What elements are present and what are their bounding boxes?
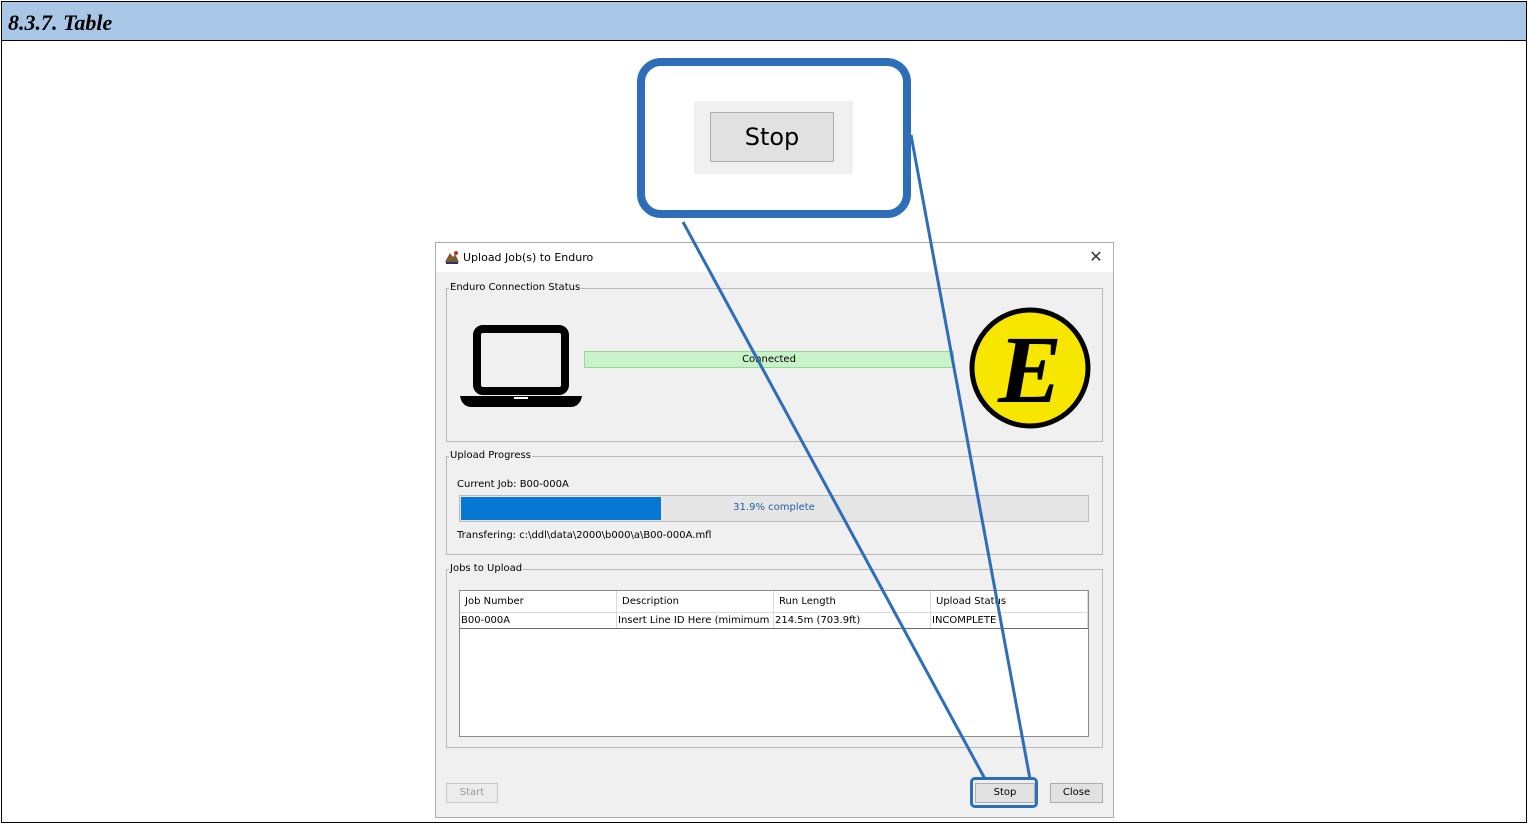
jobs-to-upload-label: Jobs to Upload	[449, 563, 524, 574]
table-row[interactable]: B00-000A Insert Line ID Here (mimimum 8.…	[460, 613, 1088, 629]
close-button[interactable]: Close	[1050, 783, 1103, 803]
column-header-description[interactable]: Description	[617, 591, 774, 613]
title-bar: Upload Job(s) to Enduro ✕	[436, 243, 1113, 272]
cell-run-length: 214.5m (703.9ft)	[774, 613, 931, 628]
stop-button-highlight	[970, 777, 1038, 808]
close-icon[interactable]: ✕	[1085, 245, 1107, 269]
column-header-job-number[interactable]: Job Number	[460, 591, 617, 613]
upload-dialog: Upload Job(s) to Enduro ✕ Enduro Connect…	[435, 242, 1114, 818]
jobs-table[interactable]: Job Number Description Run Length Upload…	[459, 590, 1089, 737]
transfer-path-text: Transfering: c:\ddl\data\2000\b000\a\B00…	[457, 530, 712, 541]
enduro-logo: E	[969, 307, 1091, 429]
section-title: 8.3.7. Table	[8, 10, 113, 35]
upload-progress-text: 31.9% complete	[733, 502, 815, 513]
dialog-title: Upload Job(s) to Enduro	[463, 251, 594, 264]
connection-status-bar: Connected	[584, 351, 954, 368]
logo-letter: E	[997, 316, 1062, 423]
cell-description: Insert Line ID Here (mimimum 8...	[618, 613, 774, 628]
upload-progress-group: Upload Progress Current Job: B00-000A 31…	[446, 450, 1103, 555]
upload-progress-label: Upload Progress	[449, 450, 532, 461]
current-job-text: Current Job: B00-000A	[457, 479, 569, 490]
enduro-app-icon	[444, 249, 460, 265]
column-header-run-length[interactable]: Run Length	[774, 591, 931, 613]
zoom-callout-frame	[637, 58, 911, 218]
jobs-to-upload-group: Jobs to Upload Job Number Description Ru…	[446, 563, 1103, 748]
section-header: 8.3.7. Table	[1, 1, 1527, 41]
cell-job-number: B00-000A	[460, 613, 617, 628]
start-button[interactable]: Start	[446, 783, 498, 803]
column-header-upload-status[interactable]: Upload Status	[931, 591, 1088, 613]
connection-status-label: Enduro Connection Status	[449, 282, 582, 293]
upload-progress-bar: 31.9% complete	[459, 495, 1089, 522]
laptop-icon	[460, 325, 582, 407]
cell-upload-status: INCOMPLETE	[931, 613, 1088, 628]
